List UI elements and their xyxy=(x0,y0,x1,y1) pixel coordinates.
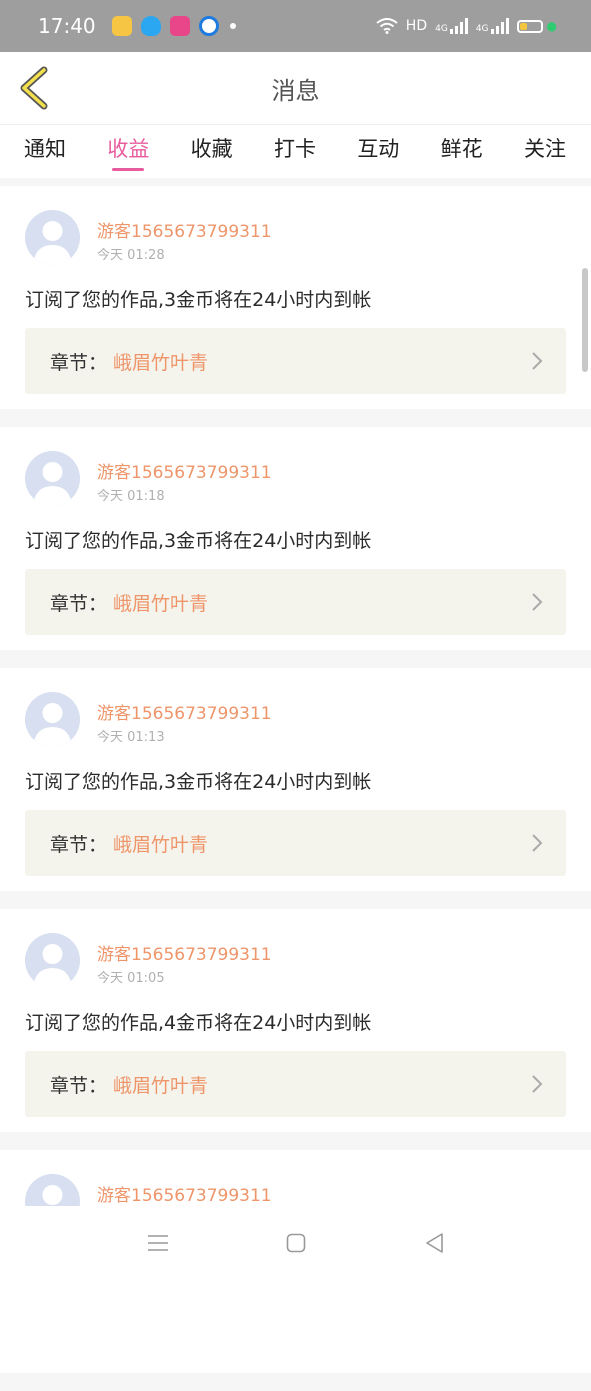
tab-notice[interactable]: 通知 xyxy=(24,125,66,179)
scrollbar[interactable] xyxy=(582,268,588,372)
avatar[interactable] xyxy=(25,210,80,265)
page-title: 消息 xyxy=(271,76,320,105)
video-app-icon xyxy=(169,16,190,36)
tab-earnings[interactable]: 收益 xyxy=(107,125,149,179)
avatar[interactable] xyxy=(25,451,80,506)
avatar[interactable] xyxy=(25,692,80,747)
timestamp: 今天 01:18 xyxy=(97,489,165,504)
network-label-2: 4G xyxy=(475,24,489,34)
message-text: 订阅了您的作品,3金币将在24小时内到帐 xyxy=(25,289,372,311)
avatar-placeholder-icon xyxy=(33,944,72,988)
chapter-name: 峨眉竹叶青 xyxy=(113,1075,209,1097)
back-triangle-icon[interactable] xyxy=(421,1230,447,1256)
menu-icon[interactable] xyxy=(145,1230,171,1256)
chevron-right-icon xyxy=(532,1075,543,1093)
chapter-label: 章节： xyxy=(50,1075,108,1097)
tab-favorites[interactable]: 收藏 xyxy=(191,125,233,179)
chapter-link[interactable]: 章节： 峨眉竹叶青 xyxy=(25,810,566,876)
chapter-label: 章节： xyxy=(50,352,108,374)
system-nav-bar xyxy=(0,1206,591,1280)
chapter-label: 章节： xyxy=(50,593,108,615)
tab-flowers[interactable]: 鲜花 xyxy=(441,125,483,179)
username[interactable]: 游客1565673799311 xyxy=(97,940,272,965)
notification-card: 游客1565673799311 今天 01:28 订阅了您的作品,3金币将在24… xyxy=(0,186,591,409)
charging-icon: ● xyxy=(546,19,557,33)
timestamp: 今天 01:13 xyxy=(97,730,165,745)
header-bar: 消息 xyxy=(0,52,591,124)
username[interactable]: 游客1565673799311 xyxy=(97,458,272,483)
status-app-icons xyxy=(111,16,236,36)
tab-interaction[interactable]: 互动 xyxy=(357,125,399,179)
status-indicators: HD 4G 4G ● xyxy=(376,0,557,52)
back-arrow-icon[interactable] xyxy=(14,66,58,110)
chapter-name: 峨眉竹叶青 xyxy=(113,352,209,374)
home-icon[interactable] xyxy=(283,1230,309,1256)
chapter-link[interactable]: 章节： 峨眉竹叶青 xyxy=(25,569,566,635)
status-bar: 17:40 HD 4G 4G ● xyxy=(0,0,591,52)
avatar-placeholder-icon xyxy=(33,221,72,265)
weibo-icon xyxy=(111,16,132,36)
username[interactable]: 游客1565673799311 xyxy=(97,699,272,724)
network-label-1: 4G xyxy=(435,24,448,34)
avatar[interactable] xyxy=(25,933,80,988)
tab-checkin[interactable]: 打卡 xyxy=(274,125,316,179)
avatar-placeholder-icon xyxy=(33,462,72,506)
qq-icon xyxy=(140,16,161,36)
chapter-name: 峨眉竹叶青 xyxy=(113,834,209,856)
tab-follow[interactable]: 关注 xyxy=(524,125,566,179)
battery-icon xyxy=(516,19,543,33)
chevron-right-icon xyxy=(532,352,543,370)
username[interactable]: 游客1565673799311 xyxy=(97,217,272,242)
signal-icon-2 xyxy=(490,18,509,34)
notification-card: 游客1565673799311 今天 01:05 订阅了您的作品,4金币将在24… xyxy=(0,909,591,1132)
message-text: 订阅了您的作品,3金币将在24小时内到帐 xyxy=(25,530,372,552)
timestamp: 今天 01:28 xyxy=(97,248,165,263)
notification-card: 游客1565673799311 今天 01:18 订阅了您的作品,3金币将在24… xyxy=(0,427,591,650)
chevron-right-icon xyxy=(532,834,543,852)
signal-icon-1 xyxy=(449,18,468,34)
browser-icon xyxy=(198,16,219,36)
wifi-icon xyxy=(376,18,398,34)
timestamp: 今天 01:05 xyxy=(97,971,165,986)
chapter-link[interactable]: 章节： 峨眉竹叶青 xyxy=(25,328,566,394)
username[interactable]: 游客1565673799311 xyxy=(97,1181,272,1206)
notification-card: 游客1565673799311 今天 01:13 订阅了您的作品,3金币将在24… xyxy=(0,668,591,891)
chevron-right-icon xyxy=(532,593,543,611)
message-text: 订阅了您的作品,4金币将在24小时内到帐 xyxy=(25,1012,372,1034)
message-text: 订阅了您的作品,3金币将在24小时内到帐 xyxy=(25,771,372,793)
more-notifications-dot xyxy=(229,23,236,29)
chapter-label: 章节： xyxy=(50,834,108,856)
hd-label: HD xyxy=(405,18,428,34)
avatar-placeholder-icon xyxy=(33,703,72,747)
chapter-link[interactable]: 章节： 峨眉竹叶青 xyxy=(25,1051,566,1117)
tab-bar: 通知 收益 收藏 打卡 互动 鲜花 关注 xyxy=(0,124,591,178)
chapter-name: 峨眉竹叶青 xyxy=(113,593,209,615)
status-time: 17:40 xyxy=(38,14,96,38)
